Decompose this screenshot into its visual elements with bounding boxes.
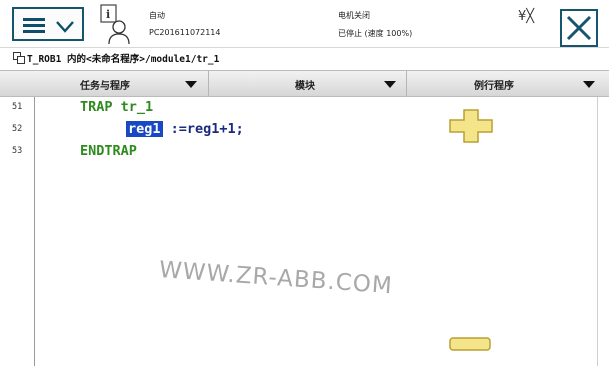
selected-variable[interactable]: reg1: [126, 121, 163, 137]
code-line[interactable]: reg1 :=reg1+1;: [126, 121, 244, 137]
watermark-text: WWW.ZR-ABB.COM: [158, 257, 394, 300]
top-status-bar: i 自动 PC201611072114 电机关闭 已停止 (速度 100%) ¥…: [0, 0, 609, 48]
keyword-trap: TRAP: [80, 99, 113, 115]
close-icon: [566, 15, 592, 41]
chevron-down-icon: [56, 21, 74, 33]
breadcrumb-text: T_ROB1 内的<未命名程序>/module1/tr_1: [27, 54, 220, 65]
hamburger-menu-icon: [23, 18, 45, 34]
tab-tasks-and-programs[interactable]: 任务与程序: [0, 71, 209, 96]
user-info-icon[interactable]: i: [99, 3, 133, 45]
tab-label: 例行程序: [474, 81, 514, 92]
code-line[interactable]: TRAP tr_1: [80, 99, 153, 115]
chevron-down-icon: [384, 81, 396, 88]
breadcrumb: T_ROB1 内的<未命名程序>/module1/tr_1: [0, 48, 609, 68]
code-line[interactable]: ENDTRAP: [80, 143, 137, 159]
routine-name: tr_1: [112, 99, 154, 115]
main-menu-button[interactable]: [12, 7, 84, 41]
svg-text:i: i: [106, 8, 110, 21]
flexpendant-screen: i 自动 PC201611072114 电机关闭 已停止 (速度 100%) ¥…: [0, 0, 609, 366]
close-button[interactable]: [560, 9, 598, 47]
minus-zoom-icon[interactable]: [449, 337, 491, 351]
controller-id-text: PC201611072114: [149, 28, 221, 37]
line-number-gutter: 51 52 53: [8, 97, 35, 366]
status-tray-icons[interactable]: ¥╳: [518, 9, 548, 25]
editor-tabs: 任务与程序 模块 例行程序: [0, 70, 609, 97]
line-number: 51: [12, 102, 23, 112]
tab-label: 模块: [295, 81, 315, 92]
code-editor[interactable]: 51 52 53 TRAP tr_1 reg1 :=reg1+1; ENDTRA…: [0, 97, 609, 366]
editor-right-border: [597, 97, 598, 366]
chevron-down-icon: [583, 81, 595, 88]
statement-text: :=reg1+1;: [162, 121, 244, 137]
tab-modules[interactable]: 模块: [209, 71, 407, 96]
tab-label: 任务与程序: [80, 81, 130, 92]
program-path-icon: [13, 52, 25, 64]
run-status-text: 已停止 (速度 100%): [338, 29, 413, 38]
operating-mode-text: 自动: [149, 11, 165, 20]
line-number: 53: [12, 146, 23, 156]
motor-status-text: 电机关闭: [338, 11, 370, 20]
plus-zoom-icon[interactable]: [449, 109, 493, 143]
chevron-down-icon: [185, 81, 197, 88]
tab-routines[interactable]: 例行程序: [407, 71, 609, 96]
line-number: 52: [12, 124, 23, 134]
keyword-endtrap: ENDTRAP: [80, 143, 137, 159]
